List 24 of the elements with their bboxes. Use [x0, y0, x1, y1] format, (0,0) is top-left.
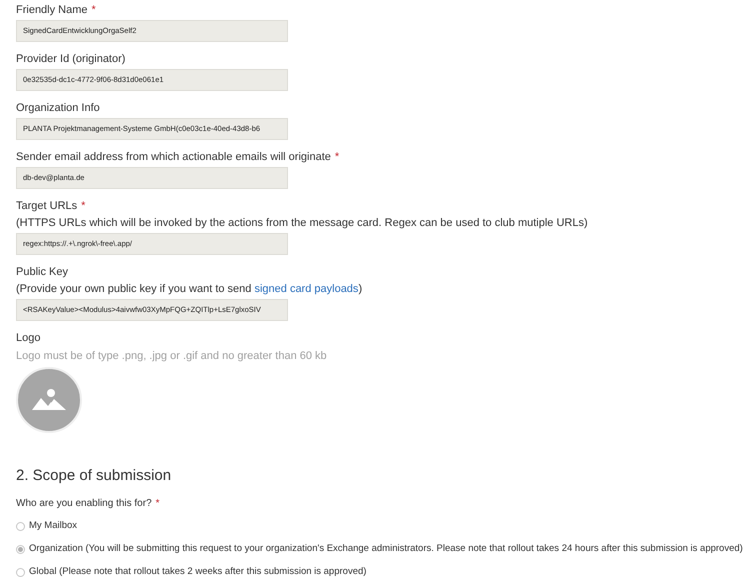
logo-label: Logo: [16, 331, 42, 345]
radio-button[interactable]: [16, 522, 25, 530]
question-label: Who are you enabling this for?: [16, 497, 152, 511]
field-label: Target URLs: [16, 199, 78, 213]
image-placeholder-icon: [32, 388, 66, 412]
radio-label: Organization (You will be submitting this request to your organization's Exchange administrators. Please note that rollout takes 24 hours after this submission is approved): [29, 542, 743, 556]
field-hint: (Provide your own public key if you want to send signed card payloads): [16, 282, 364, 296]
field-label: Friendly Name: [16, 3, 88, 17]
field-label: Sender email address from which actionable emails will originate: [16, 150, 331, 164]
section-heading: 2. Scope of submission: [16, 467, 172, 485]
signed-card-link[interactable]: signed card payloads: [254, 283, 358, 295]
required-asterisk: *: [92, 3, 96, 17]
radio-label: Global (Please note that rollout takes 2 weeks after this submission is approved): [29, 565, 366, 577]
radio-button[interactable]: [16, 544, 25, 554]
field-label: Provider Id (originator): [16, 52, 126, 66]
field-label: Organization Info: [16, 101, 100, 115]
required-asterisk: *: [81, 199, 86, 213]
field-hint: (HTTPS URLs which will be invoked by the actions from the message card. Regex can be used to club mutiple URLs): [16, 216, 589, 230]
logo-note: Logo must be of type .png, .jpg or .gif and no greater than 60 kb: [16, 349, 328, 363]
required-asterisk: *: [334, 150, 340, 164]
required-asterisk: *: [156, 497, 160, 511]
radio-button[interactable]: [16, 568, 25, 576]
field-label: Public Key: [16, 265, 68, 279]
radio-label: My Mailbox: [29, 519, 78, 533]
